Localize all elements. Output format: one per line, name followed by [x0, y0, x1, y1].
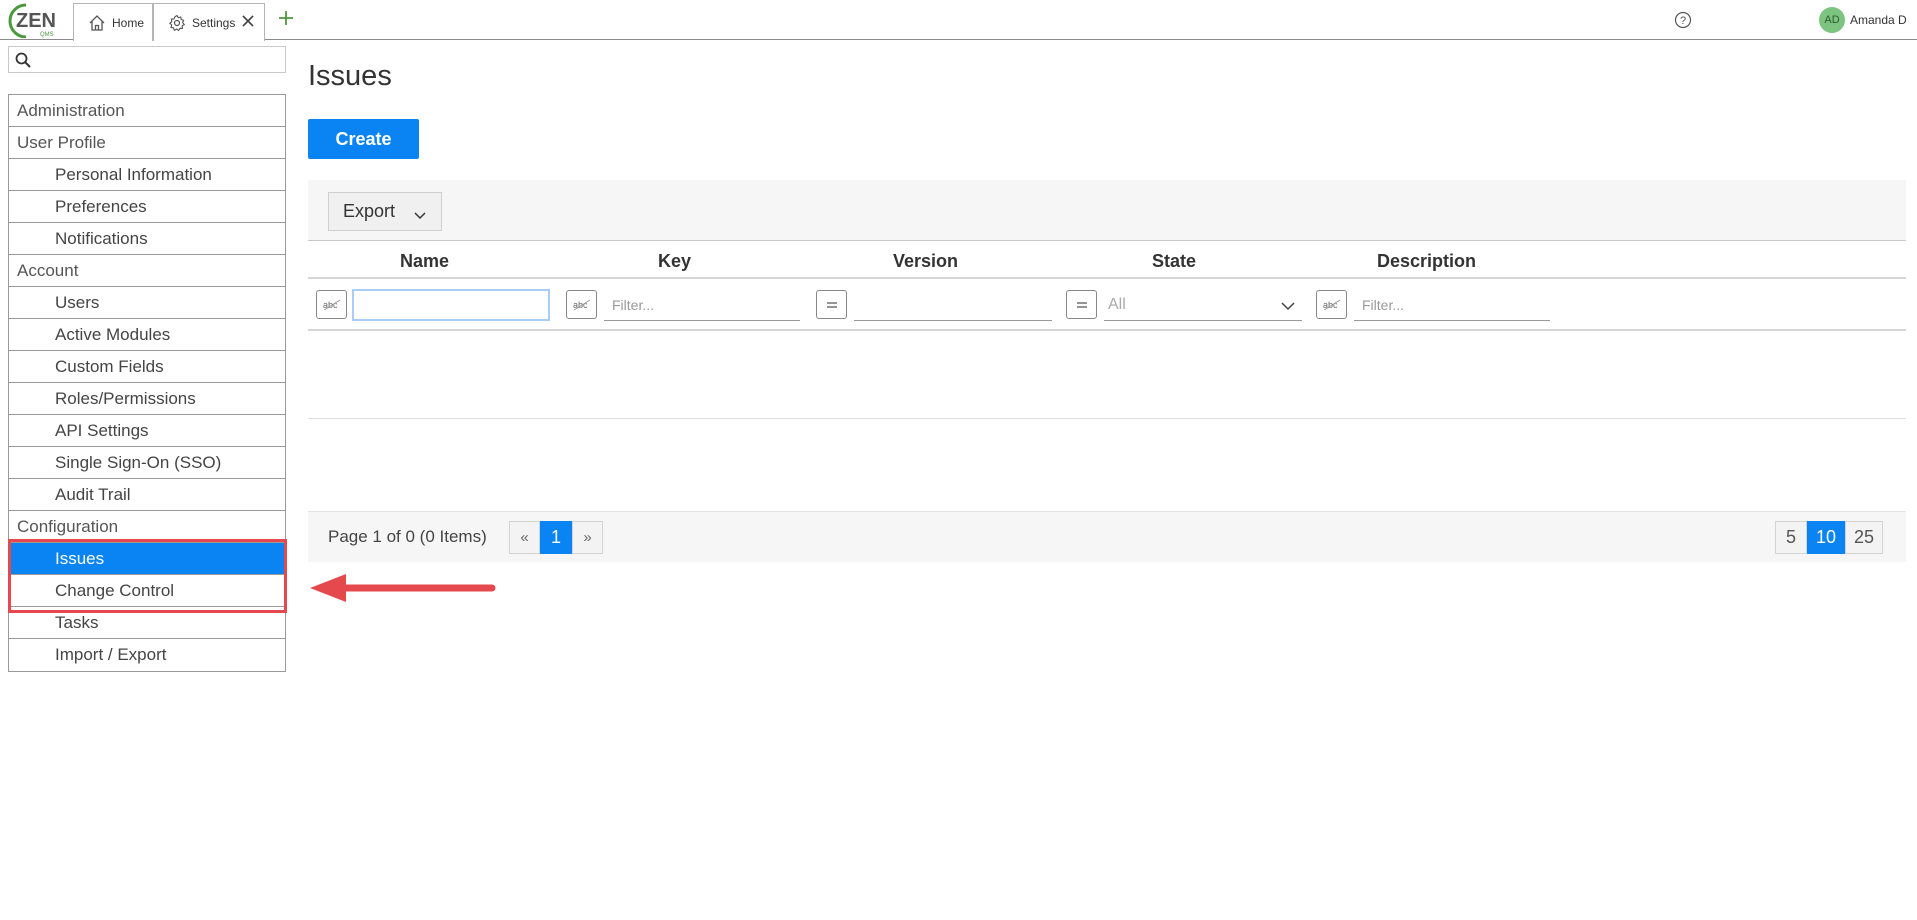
- tab-settings-label: Settings: [192, 15, 236, 30]
- avatar[interactable]: AD: [1819, 7, 1845, 33]
- svg-text:?: ?: [1680, 15, 1686, 27]
- settings-nav: Administration User Profile Personal Inf…: [8, 94, 286, 672]
- text-filter-icon: abc: [323, 299, 340, 310]
- sidebar-item-custom-fields[interactable]: Custom Fields: [9, 351, 285, 383]
- sidebar-item-administration[interactable]: Administration: [9, 95, 285, 127]
- logo-text: ZEN: [16, 10, 56, 32]
- pager-prev-button[interactable]: «: [509, 521, 540, 554]
- pager-next-button[interactable]: »: [572, 521, 603, 554]
- column-header-state[interactable]: State: [1152, 251, 1196, 272]
- svg-text:abc: abc: [573, 300, 588, 310]
- pager-page-1-button[interactable]: 1: [540, 521, 572, 554]
- grid-body: [308, 331, 1906, 419]
- version-filter-input[interactable]: [854, 289, 1052, 321]
- page-size-5-button[interactable]: 5: [1775, 521, 1807, 554]
- page-size-10-button[interactable]: 10: [1807, 521, 1845, 554]
- sidebar-item-api-settings[interactable]: API Settings: [9, 415, 285, 447]
- add-tab-icon[interactable]: [276, 8, 296, 28]
- sidebar-item-sso[interactable]: Single Sign-On (SSO): [9, 447, 285, 479]
- sidebar-item-roles-permissions[interactable]: Roles/Permissions: [9, 383, 285, 415]
- export-label: Export: [343, 201, 396, 221]
- home-icon: [88, 14, 106, 32]
- page-size-25-button[interactable]: 25: [1845, 521, 1883, 554]
- tab-home[interactable]: Home: [73, 3, 153, 41]
- key-filter-operator-button[interactable]: abc: [566, 290, 597, 319]
- grid-toolbar: Export: [308, 180, 1906, 241]
- chevron-down-icon: [413, 206, 427, 220]
- grid-pager: Page 1 of 0 (0 Items) « 1 » 5 10 25: [308, 511, 1906, 562]
- text-filter-icon: abc: [1323, 299, 1340, 310]
- version-filter-operator-button[interactable]: [816, 290, 847, 319]
- grid-header-row: Name Key Version State Description: [308, 242, 1906, 279]
- sidebar-item-tasks[interactable]: Tasks: [9, 607, 285, 639]
- state-filter-value: All: [1108, 295, 1126, 313]
- gear-icon: [168, 14, 186, 32]
- sidebar-item-configuration[interactable]: Configuration: [9, 511, 285, 543]
- page-title: Issues: [308, 60, 392, 92]
- column-header-name[interactable]: Name: [400, 251, 449, 272]
- name-filter-operator-button[interactable]: abc: [316, 290, 347, 319]
- description-filter-input[interactable]: Filter...: [1354, 289, 1550, 321]
- export-button[interactable]: Export: [328, 192, 442, 231]
- key-filter-input[interactable]: Filter...: [604, 289, 800, 321]
- sidebar-item-change-control[interactable]: Change Control: [9, 575, 285, 607]
- pager-info: Page 1 of 0 (0 Items): [328, 527, 487, 546]
- sidebar-item-users[interactable]: Users: [9, 287, 285, 319]
- name-filter-input[interactable]: [352, 289, 550, 321]
- svg-text:abc: abc: [1323, 300, 1338, 310]
- create-button[interactable]: Create: [308, 119, 419, 159]
- sidebar-search-input[interactable]: [8, 46, 286, 73]
- tab-home-label: Home: [112, 15, 145, 30]
- zen-qms-logo[interactable]: ZEN QMS: [6, 2, 66, 39]
- grid-filter-row: abc abc Filter... All abc Filter...: [308, 281, 1906, 331]
- sidebar-item-account[interactable]: Account: [9, 255, 285, 287]
- top-bar: ZEN QMS Home Settings ? AD Amanda D: [0, 0, 1917, 41]
- sidebar-item-user-profile[interactable]: User Profile: [9, 127, 285, 159]
- description-filter-operator-button[interactable]: abc: [1316, 290, 1347, 319]
- sidebar-item-audit-trail[interactable]: Audit Trail: [9, 479, 285, 511]
- svg-text:abc: abc: [323, 300, 338, 310]
- tab-settings[interactable]: Settings: [153, 3, 265, 41]
- sidebar-item-preferences[interactable]: Preferences: [9, 191, 285, 223]
- state-filter-select[interactable]: All: [1104, 289, 1302, 321]
- sidebar-item-personal-information[interactable]: Personal Information: [9, 159, 285, 191]
- search-icon: [15, 52, 31, 68]
- sidebar-item-notifications[interactable]: Notifications: [9, 223, 285, 255]
- text-filter-icon: abc: [573, 299, 590, 310]
- sidebar-item-active-modules[interactable]: Active Modules: [9, 319, 285, 351]
- close-icon[interactable]: [240, 13, 256, 29]
- annotation-arrow-icon: [308, 570, 496, 606]
- help-icon[interactable]: ?: [1674, 11, 1692, 29]
- chevron-down-icon: [1280, 299, 1296, 313]
- column-header-version[interactable]: Version: [893, 251, 958, 272]
- column-header-description[interactable]: Description: [1377, 251, 1476, 272]
- state-filter-operator-button[interactable]: [1066, 290, 1097, 319]
- logo-sub: QMS: [40, 32, 54, 38]
- equals-icon: [1076, 301, 1087, 308]
- sidebar-item-import-export[interactable]: Import / Export: [9, 639, 285, 671]
- column-header-key[interactable]: Key: [658, 251, 691, 272]
- sidebar-item-issues[interactable]: Issues: [9, 543, 285, 575]
- user-name[interactable]: Amanda D: [1850, 13, 1907, 27]
- equals-icon: [826, 301, 837, 308]
